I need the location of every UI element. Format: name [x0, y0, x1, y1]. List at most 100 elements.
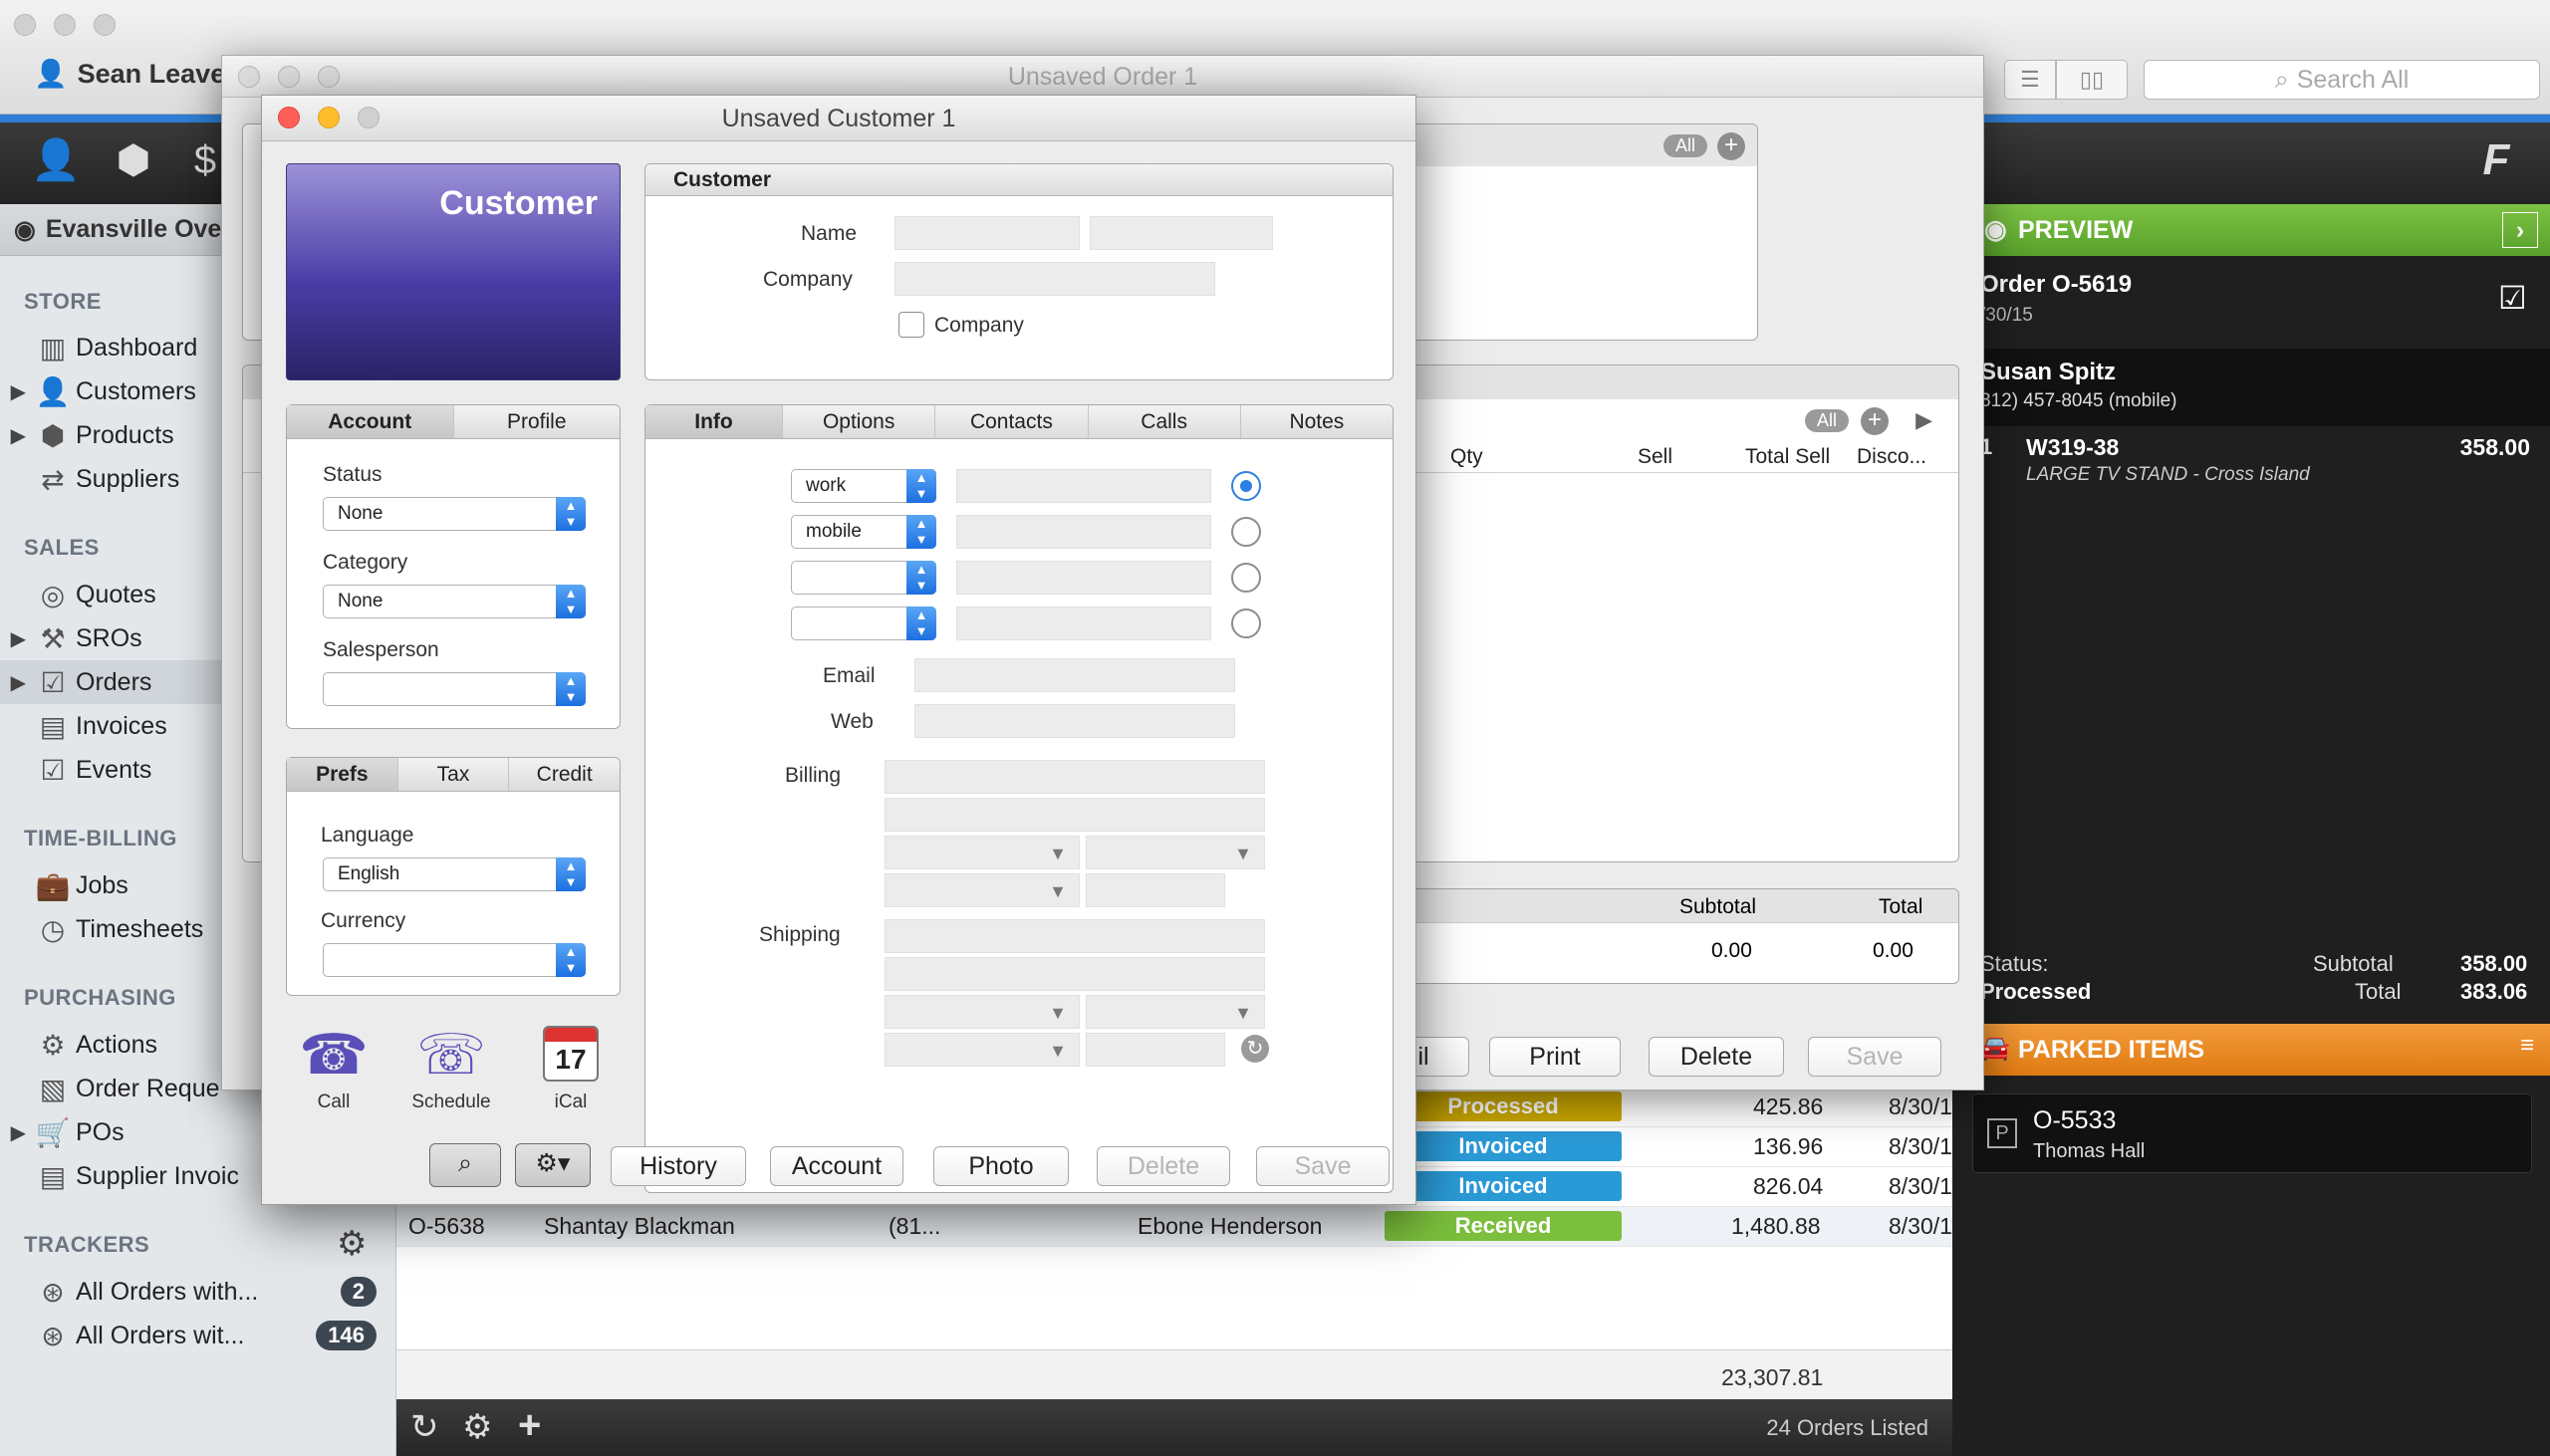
tab-calls[interactable]: Calls [1089, 405, 1241, 438]
save-customer-button[interactable]: Save [1256, 1146, 1390, 1186]
primary-phone-radio[interactable] [1231, 608, 1261, 638]
shipping-state-select[interactable]: ▼ [1086, 995, 1265, 1029]
phone-icon[interactable]: ☎ [294, 1022, 374, 1088]
shipping-city-select[interactable]: ▼ [885, 995, 1080, 1029]
schedule-icon[interactable]: ☏ [411, 1022, 491, 1088]
play-icon[interactable]: ▶ [1915, 407, 1932, 433]
column-header[interactable]: Sell [1638, 445, 1672, 469]
delete-order-button[interactable]: Delete [1649, 1037, 1784, 1077]
shipping-address-line1[interactable] [885, 919, 1265, 953]
minimize-window-button[interactable] [318, 107, 340, 128]
billing-state-select[interactable]: ▼ [1086, 836, 1265, 869]
shipping-country-select[interactable]: ▼ [885, 1033, 1080, 1067]
customer-banner[interactable]: Customer [286, 163, 621, 380]
refresh-icon[interactable]: ↻ [410, 1407, 439, 1447]
parked-item[interactable]: P O-5533 Thomas Hall [1972, 1093, 2532, 1173]
disclosure-icon[interactable]: ▶ [0, 423, 30, 448]
copy-address-icon[interactable]: ↻ [1241, 1035, 1269, 1063]
tab-profile[interactable]: Profile [454, 405, 621, 438]
phone-number-field[interactable] [956, 515, 1211, 549]
billing-city-select[interactable]: ▼ [885, 836, 1080, 869]
shipping-address-line2[interactable] [885, 957, 1265, 991]
history-button[interactable]: History [611, 1146, 746, 1186]
preview-line-item[interactable]: 1 W319-38 LARGE TV STAND - Cross Island … [1952, 428, 2550, 488]
tab-contacts[interactable]: Contacts [935, 405, 1089, 438]
last-name-field[interactable] [1090, 216, 1273, 250]
phone-type-select[interactable]: work ▲ ▼ [791, 469, 936, 503]
customers-toolbar-icon[interactable]: 👤 [30, 134, 82, 186]
add-icon[interactable]: + [518, 1403, 541, 1448]
billing-address-line1[interactable] [885, 760, 1265, 794]
tracker-item[interactable]: ⊛ All Orders wit... 146 [0, 1314, 396, 1357]
tab-info[interactable]: Info [645, 405, 784, 438]
billing-country-select[interactable]: ▼ [885, 873, 1080, 907]
language-select[interactable]: English ▲ ▼ [323, 857, 586, 891]
status-select[interactable]: None ▲ ▼ [323, 497, 586, 531]
close-window-button[interactable] [278, 107, 300, 128]
add-icon[interactable]: + [1861, 407, 1889, 435]
minimize-window-button[interactable] [54, 14, 76, 36]
all-badge[interactable]: All [1804, 409, 1849, 432]
zoom-window-button[interactable] [358, 107, 380, 128]
tab-options[interactable]: Options [783, 405, 936, 438]
disclosure-icon[interactable]: ▶ [0, 379, 30, 404]
tracker-item[interactable]: ⊛ All Orders with... 2 [0, 1270, 396, 1314]
calendar-icon[interactable]: 17 [543, 1026, 599, 1082]
tab-tax[interactable]: Tax [398, 758, 510, 791]
phone-number-field[interactable] [956, 469, 1211, 503]
category-select[interactable]: None ▲ ▼ [323, 585, 586, 618]
account-button[interactable]: Account [770, 1146, 903, 1186]
tab-credit[interactable]: Credit [509, 758, 620, 791]
gear-menu-button[interactable]: ⚙▾ [515, 1143, 591, 1187]
disclosure-icon[interactable]: ▶ [0, 626, 30, 651]
search-field[interactable]: ⌕ Search All [2144, 60, 2540, 100]
web-field[interactable] [914, 704, 1235, 738]
all-badge[interactable]: All [1662, 134, 1707, 157]
column-header[interactable]: Disco... [1857, 445, 1926, 469]
close-window-button[interactable] [14, 14, 36, 36]
phone-type-select[interactable]: mobile ▲ ▼ [791, 515, 936, 549]
billing-address-line2[interactable] [885, 798, 1265, 832]
expand-preview-button[interactable]: › [2502, 212, 2538, 248]
column-header[interactable]: Total Sell [1745, 445, 1830, 469]
user-menu[interactable]: 👤 Sean Leave [34, 58, 225, 90]
minimize-window-button[interactable] [278, 66, 300, 88]
menu-icon[interactable]: ≡ [2520, 1032, 2534, 1060]
disclosure-icon[interactable]: ▶ [0, 670, 30, 695]
phone-number-field[interactable] [956, 607, 1211, 640]
print-button[interactable]: Print [1489, 1037, 1621, 1077]
search-button[interactable]: ⌕ [429, 1143, 501, 1187]
zoom-window-button[interactable] [94, 14, 116, 36]
photo-button[interactable]: Photo [933, 1146, 1069, 1186]
add-icon[interactable]: + [1717, 132, 1745, 160]
close-window-button[interactable] [238, 66, 260, 88]
currency-select[interactable]: ▲ ▼ [323, 943, 586, 977]
primary-phone-radio[interactable] [1231, 471, 1261, 501]
save-order-button[interactable]: Save [1808, 1037, 1941, 1077]
company-field[interactable] [894, 262, 1215, 296]
primary-phone-radio[interactable] [1231, 563, 1261, 593]
gear-icon[interactable]: ⚙ [462, 1407, 492, 1447]
tab-notes[interactable]: Notes [1241, 405, 1393, 438]
phone-type-select[interactable]: ▲ ▼ [791, 607, 936, 640]
tab-prefs[interactable]: Prefs [287, 758, 398, 791]
billing-zip-field[interactable] [1086, 873, 1225, 907]
tab-account[interactable]: Account [287, 405, 454, 438]
trackers-gear-icon[interactable]: ⚙ [337, 1224, 367, 1264]
phone-type-select[interactable]: ▲ ▼ [791, 561, 936, 595]
delete-customer-button[interactable]: Delete [1097, 1146, 1230, 1186]
zoom-window-button[interactable] [318, 66, 340, 88]
column-header[interactable]: Qty [1450, 445, 1483, 469]
company-checkbox[interactable] [898, 312, 924, 338]
disclosure-icon[interactable]: ▶ [0, 1120, 30, 1145]
gallery-view-button[interactable]: ▯▯ [2056, 60, 2128, 100]
list-view-button[interactable]: ☰ [2004, 60, 2056, 100]
table-row[interactable]: O-5638 Shantay Blackman (81... Ebone Hen… [396, 1207, 1952, 1247]
primary-phone-radio[interactable] [1231, 517, 1261, 547]
shipping-zip-field[interactable] [1086, 1033, 1225, 1067]
phone-number-field[interactable] [956, 561, 1211, 595]
email-field[interactable] [914, 658, 1235, 692]
first-name-field[interactable] [894, 216, 1080, 250]
products-toolbar-icon[interactable]: ⬢ [108, 134, 159, 186]
salesperson-select[interactable]: ▲ ▼ [323, 672, 586, 706]
